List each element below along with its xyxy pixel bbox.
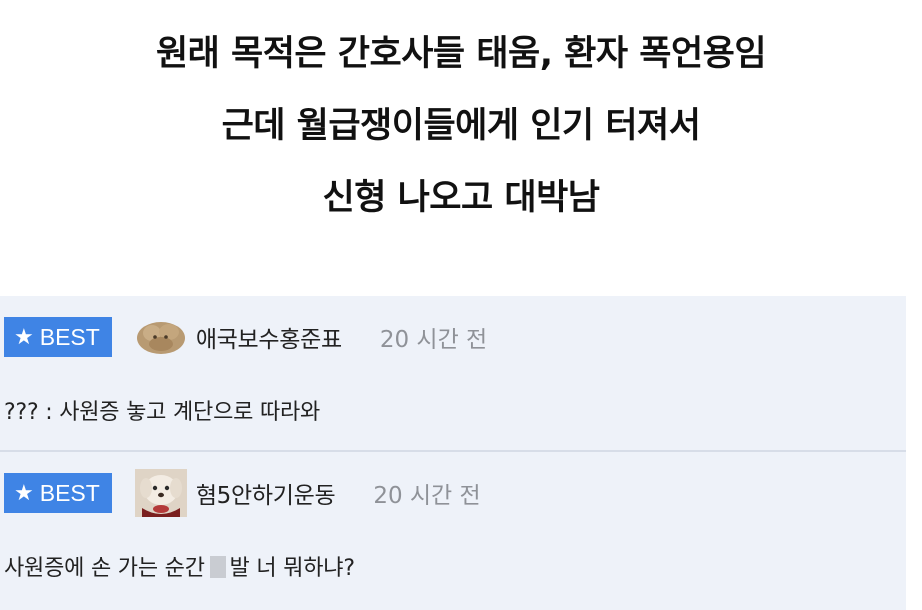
star-icon: ★ <box>14 324 34 349</box>
comment-text: ??? : 사원증 놓고 계단으로 따라와 <box>4 400 321 425</box>
best-comments-list: ★ BEST 애국보수홍준표 20 시간 전 ??? : 사원증 놓고 계단으로… <box>0 296 906 610</box>
comment-header: ★ BEST 혐5안하기운동 20 시간 전 <box>4 469 481 517</box>
comment-header: ★ BEST 애국보수홍준표 20 시간 전 <box>4 314 487 360</box>
best-badge: ★ BEST <box>4 473 112 513</box>
censor-mosaic <box>209 556 226 578</box>
comment-text-end: 발 너 뭐하냐? <box>229 556 355 581</box>
puppy-avatar[interactable] <box>134 469 188 517</box>
comment-text-start: 사원증에 손 가는 순간 <box>4 556 212 581</box>
caption-line-3: 신형 나오고 대박남 <box>322 178 600 218</box>
best-badge-label: BEST <box>39 479 100 506</box>
comment-text: 사원증에 손 가는 순간 발 너 뭐하냐? <box>4 550 355 582</box>
best-badge: ★ BEST <box>4 317 112 357</box>
comment-timestamp: 20 시간 전 <box>379 327 488 353</box>
comment-nickname[interactable]: 혐5안하기운동 <box>196 476 336 510</box>
comment-timestamp: 20 시간 전 <box>373 483 481 509</box>
post-page: 원래 목적은 간호사들 태움, 환자 폭언용임 근데 월급쟁이들에게 인기 터져… <box>0 0 922 610</box>
fluffy-dog-avatar[interactable] <box>134 314 188 360</box>
best-badge-label: BEST <box>39 323 100 350</box>
post-caption: 원래 목적은 간호사들 태움, 환자 폭언용임 근데 월급쟁이들에게 인기 터져… <box>0 18 922 234</box>
comment-nickname[interactable]: 애국보수홍준표 <box>196 320 342 354</box>
star-icon: ★ <box>14 480 34 505</box>
comment-item: ★ BEST 애국보수홍준표 20 시간 전 ??? : 사원증 놓고 계단으로… <box>0 296 906 450</box>
comment-item: ★ BEST 혐5안하기운동 20 시간 전 사원증에 손 가는 순간 발 너 … <box>0 452 906 610</box>
caption-line-1: 원래 목적은 간호사들 태움, 환자 폭언용임 <box>155 34 767 74</box>
caption-line-2: 근데 월급쟁이들에게 인기 터져서 <box>221 106 701 146</box>
